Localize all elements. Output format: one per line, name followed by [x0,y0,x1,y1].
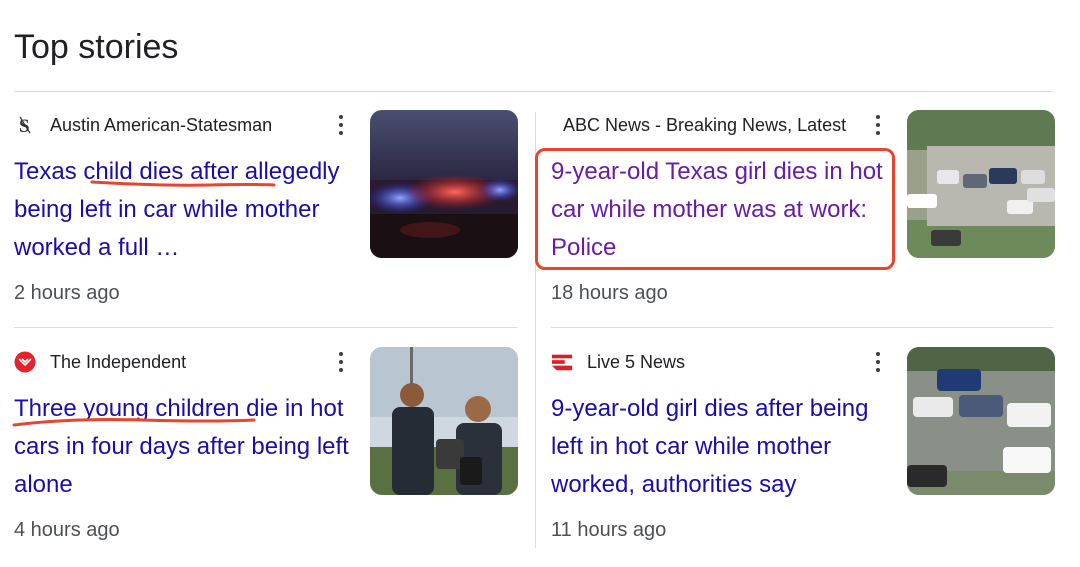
story-card[interactable]: S Austin American-Statesman Texas child … [14,110,534,330]
story-card[interactable]: Live 5 News 9-year-old girl dies after b… [551,347,1071,567]
top-divider [14,91,1053,92]
more-options-icon[interactable] [334,112,348,138]
independent-eagle-icon [14,351,36,373]
live5-logo-icon [551,351,573,373]
source-row: The Independent [14,347,186,377]
source-name[interactable]: The Independent [50,352,186,373]
story-card[interactable]: The Independent Three young children die… [12,347,534,567]
story-time: 2 hours ago [14,282,120,304]
story-headline[interactable]: Three young children die in hot cars in … [14,390,349,504]
aerial-parking-lot-image[interactable] [907,110,1055,258]
source-row: S Austin American-Statesman [14,110,272,140]
source-row: ABC News - Breaking News, Latest [551,110,861,140]
more-options-icon[interactable] [871,112,885,138]
officers-press-conference-image[interactable] [370,347,518,495]
more-options-icon[interactable] [871,349,885,375]
more-options-icon[interactable] [334,349,348,375]
source-name[interactable]: Live 5 News [587,352,685,373]
annotation-box [535,148,895,270]
story-time: 11 hours ago [551,519,667,541]
story-card[interactable]: ABC News - Breaking News, Latest 9-year-… [535,110,1071,330]
story-headline[interactable]: Texas child dies after allegedly being l… [14,153,349,267]
page-title: Top stories [14,28,179,66]
story-headline[interactable]: 9-year-old girl dies after being left in… [551,390,886,504]
story-time: 18 hours ago [551,282,668,304]
police-lights-image[interactable] [370,110,518,258]
aerial-police-cars-image[interactable] [907,347,1055,495]
statesman-logo-icon: S [14,114,36,136]
story-time: 4 hours ago [14,519,120,541]
source-row: Live 5 News [551,347,685,377]
source-name[interactable]: Austin American-Statesman [50,115,272,136]
source-name[interactable]: ABC News - Breaking News, Latest [563,115,861,136]
